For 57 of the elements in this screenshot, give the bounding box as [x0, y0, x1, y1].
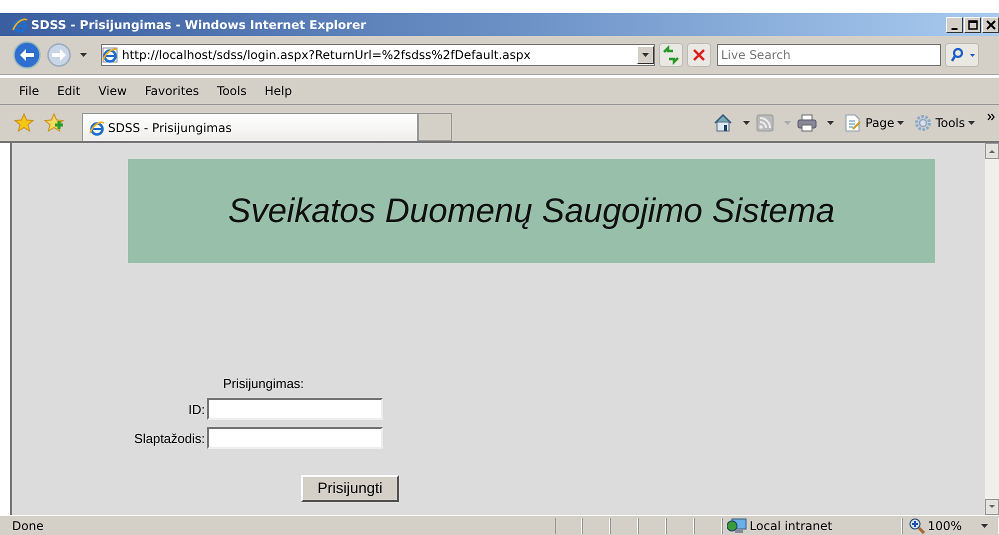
forward-button[interactable]	[46, 42, 72, 68]
network-icon	[726, 518, 747, 534]
star-icon[interactable]	[14, 113, 34, 133]
scroll-down-button[interactable]	[985, 499, 999, 515]
feed-icon[interactable]	[756, 114, 774, 132]
caret-icon[interactable]	[827, 121, 834, 125]
caret-icon	[897, 121, 904, 125]
search-field[interactable]: Live Search	[717, 44, 941, 66]
minimize-button[interactable]	[946, 16, 963, 32]
form-heading: Prisijungimas:	[223, 376, 305, 391]
add-favorite-icon[interactable]	[44, 113, 64, 133]
input-field[interactable]	[207, 427, 383, 449]
caret-icon	[968, 121, 975, 125]
scroll-up-button[interactable]	[985, 143, 999, 159]
menu-item[interactable]: File	[19, 84, 40, 98]
back-button[interactable]	[12, 40, 42, 70]
browser-tab[interactable]: SDSS - Prisijungimas	[82, 113, 418, 141]
dropdown-button[interactable]	[637, 46, 654, 64]
window-title: SDSS - Prisijungimas - Windows Internet Explorer	[31, 18, 366, 32]
status-text: Done	[11, 518, 45, 532]
minimize-icon	[951, 28, 958, 30]
scrollbar[interactable]	[985, 143, 999, 515]
caret-icon	[642, 53, 649, 57]
browser-logo-icon	[89, 120, 105, 136]
browser-logo-icon	[12, 16, 28, 32]
caret-icon[interactable]	[80, 53, 87, 57]
menu-item[interactable]: Tools	[217, 84, 247, 98]
printer-icon[interactable]	[797, 114, 818, 132]
zoom-control[interactable]: 100%	[902, 518, 999, 534]
close-button[interactable]	[982, 16, 999, 32]
page-icon	[102, 47, 118, 63]
stop-button[interactable]	[687, 43, 711, 67]
address-field[interactable]: http://localhost/sdss/login.aspx?ReturnUrl=%2fsdss%2fDefault.aspx	[101, 44, 655, 66]
caret-icon[interactable]	[743, 121, 750, 125]
maximize-button[interactable]	[964, 16, 981, 32]
chevron-icon[interactable]	[987, 113, 995, 121]
home-icon[interactable]	[713, 113, 734, 133]
login-button[interactable]: Prisijungti	[301, 475, 399, 502]
menu-item[interactable]: Edit	[57, 84, 80, 98]
zoom-icon	[908, 518, 925, 534]
field-label: ID:	[187, 402, 205, 416]
page-menu-button[interactable]: Page	[840, 114, 908, 132]
security-zone: Local intranet	[750, 518, 832, 532]
field-label: Slaptažodis:	[133, 430, 205, 446]
page-icon	[844, 114, 862, 132]
search-button[interactable]	[945, 43, 979, 67]
menu-item[interactable]: Help	[264, 84, 292, 98]
caret-icon	[981, 524, 988, 528]
maximize-icon	[966, 18, 978, 30]
menu-item[interactable]: Favorites	[144, 84, 200, 98]
close-icon	[984, 18, 996, 30]
input-field[interactable]	[207, 398, 383, 420]
menu-item[interactable]: View	[98, 84, 127, 98]
refresh-button[interactable]	[659, 43, 683, 67]
gear-icon	[914, 114, 932, 132]
site-title: Sveikatos Duomenų Saugojimo Sistema	[228, 192, 835, 230]
tools-menu-button[interactable]: Tools	[910, 114, 979, 132]
